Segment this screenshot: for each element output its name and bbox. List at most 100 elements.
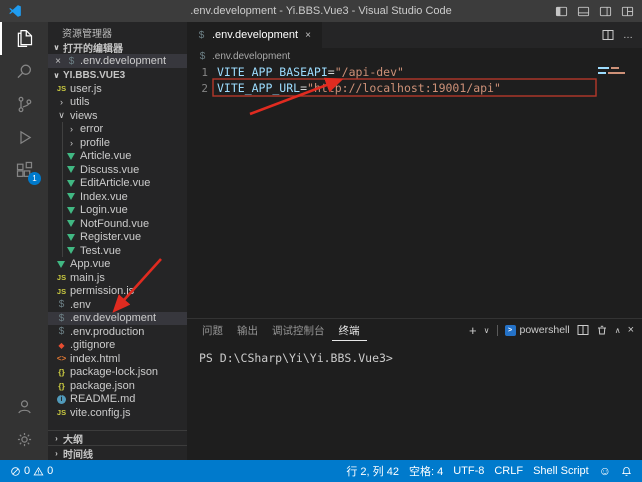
activity-search-icon[interactable] xyxy=(0,55,48,88)
outline-section-header[interactable]: › 大纲 xyxy=(48,430,187,445)
editor-code[interactable]: 1 VITE_APP_BASEAPI="/api-dev" 2 VITE_APP… xyxy=(187,64,642,96)
file-tree: JSuser.js ›utils ∨views ›error ›profile … xyxy=(48,82,187,420)
tree-item[interactable]: ›profile xyxy=(48,136,187,150)
tab-env-development[interactable]: $ .env.development × xyxy=(187,22,322,48)
tree-item[interactable]: Article.vue xyxy=(48,150,187,164)
customize-layout-icon[interactable] xyxy=(621,5,634,18)
close-panel-icon[interactable]: × xyxy=(628,324,634,336)
kill-terminal-trash-icon[interactable] xyxy=(596,324,608,336)
tree-item[interactable]: JSpermission.js xyxy=(48,285,187,299)
minimap[interactable] xyxy=(598,67,636,77)
breadcrumb[interactable]: $ .env.development xyxy=(187,48,642,64)
tab-output[interactable]: 输出 xyxy=(230,319,265,341)
vue-icon xyxy=(67,220,75,227)
activity-run-debug-icon[interactable] xyxy=(0,121,48,154)
tab-debug-console[interactable]: 调试控制台 xyxy=(265,319,332,341)
activity-source-control-icon[interactable] xyxy=(0,88,48,121)
close-icon[interactable]: × xyxy=(303,30,313,41)
warning-icon xyxy=(33,466,44,477)
vue-icon xyxy=(67,247,75,254)
tab-problems[interactable]: 问题 xyxy=(195,319,230,341)
open-editor-item[interactable]: × $ .env.development xyxy=(48,54,187,68)
tree-item[interactable]: EditArticle.vue xyxy=(48,177,187,191)
vue-icon xyxy=(57,261,65,268)
activity-bar: 1 xyxy=(0,22,48,460)
tree-item[interactable]: JSvite.config.js xyxy=(48,406,187,420)
title-bar: .env.development - Yi.BBS.Vue3 - Visual … xyxy=(0,0,642,22)
chevron-right-icon: › xyxy=(56,97,67,107)
tree-item[interactable]: JSmain.js xyxy=(48,271,187,285)
tree-item[interactable]: App.vue xyxy=(48,258,187,272)
language-mode-status[interactable]: Shell Script xyxy=(529,465,593,477)
tree-item[interactable]: Index.vue xyxy=(48,190,187,204)
tree-item[interactable]: <>index.html xyxy=(48,352,187,366)
chevron-down-icon: ∨ xyxy=(52,71,61,80)
tree-item[interactable]: {}package-lock.json xyxy=(48,366,187,380)
tree-item[interactable]: $.env.production xyxy=(48,325,187,339)
vue-icon xyxy=(67,153,75,160)
env-icon: $ xyxy=(197,51,208,62)
toggle-secondary-sidebar-icon[interactable] xyxy=(599,5,612,18)
env-icon: $ xyxy=(66,56,77,67)
js-icon: JS xyxy=(56,408,67,417)
new-terminal-icon[interactable]: + xyxy=(469,323,477,338)
notifications-bell-icon[interactable] xyxy=(617,466,636,477)
account-icon[interactable] xyxy=(0,390,48,423)
tree-item[interactable]: ›utils xyxy=(48,96,187,110)
vscode-logo-icon xyxy=(8,4,22,18)
panel-header: 问题 输出 调试控制台 终端 + ∨ > powershell ∧ × xyxy=(187,319,642,341)
problems-status[interactable]: 0 0 xyxy=(6,465,57,477)
more-actions-icon[interactable]: … xyxy=(623,30,633,41)
feedback-smiley-icon[interactable]: ☺ xyxy=(595,464,615,478)
tree-item[interactable]: iREADME.md xyxy=(48,393,187,407)
chevron-down-icon: ∨ xyxy=(56,110,67,121)
terminal-dropdown-icon[interactable]: ∨ xyxy=(484,326,490,335)
split-editor-icon[interactable] xyxy=(602,29,614,41)
js-icon: JS xyxy=(56,84,67,93)
tree-item[interactable]: Test.vue xyxy=(48,244,187,258)
tree-item-env-development[interactable]: $.env.development xyxy=(48,312,187,326)
json-icon: {} xyxy=(56,367,67,377)
env-icon: $ xyxy=(196,30,207,41)
terminal-content[interactable]: PS D:\CSharp\Yi\Yi.BBS.Vue3> xyxy=(187,341,642,365)
tree-item[interactable]: NotFound.vue xyxy=(48,217,187,231)
code-line: 1 VITE_APP_BASEAPI="/api-dev" xyxy=(187,64,642,80)
close-icon[interactable]: × xyxy=(53,56,63,67)
toggle-sidebar-icon[interactable] xyxy=(555,5,568,18)
env-icon: $ xyxy=(56,299,67,310)
open-editors-header[interactable]: ∨ 打开的编辑器 xyxy=(48,40,187,54)
indentation-status[interactable]: 空格: 4 xyxy=(405,463,447,479)
tree-item[interactable]: Discuss.vue xyxy=(48,163,187,177)
tree-item[interactable]: ›error xyxy=(48,123,187,137)
tree-item[interactable]: JSuser.js xyxy=(48,82,187,96)
cursor-position-status[interactable]: 行 2, 列 42 xyxy=(342,463,403,479)
terminal-prompt: PS D:\CSharp\Yi\Yi.BBS.Vue3> xyxy=(199,351,393,365)
tree-item[interactable]: $.env xyxy=(48,298,187,312)
timeline-section-header[interactable]: › 时间线 xyxy=(48,445,187,460)
status-bar: 0 0 行 2, 列 42 空格: 4 UTF-8 CRLF Shell Scr… xyxy=(0,460,642,482)
code-line: 2 VITE_APP_URL="http://localhost:19001/a… xyxy=(187,80,642,96)
error-icon xyxy=(10,466,21,477)
terminal-instance-powershell[interactable]: > powershell xyxy=(505,324,570,336)
tab-terminal[interactable]: 终端 xyxy=(332,319,367,341)
explorer-sidebar: 资源管理器 ∨ 打开的编辑器 × $ .env.development ∨ YI… xyxy=(48,22,187,460)
eol-status[interactable]: CRLF xyxy=(490,465,527,477)
tree-item[interactable]: ◆.gitignore xyxy=(48,339,187,353)
maximize-panel-icon[interactable]: ∧ xyxy=(615,326,621,335)
tree-item[interactable]: Register.vue xyxy=(48,231,187,245)
tree-item[interactable]: {}package.json xyxy=(48,379,187,393)
toggle-panel-icon[interactable] xyxy=(577,5,590,18)
settings-gear-icon[interactable] xyxy=(0,423,48,456)
window-title: .env.development - Yi.BBS.Vue3 - Visual … xyxy=(90,5,552,17)
chevron-right-icon: › xyxy=(66,124,77,134)
git-icon: ◆ xyxy=(56,341,67,350)
vue-icon xyxy=(67,234,75,241)
activity-explorer-icon[interactable] xyxy=(0,22,48,55)
activity-extensions-icon[interactable]: 1 xyxy=(0,154,48,187)
tree-item[interactable]: Login.vue xyxy=(48,204,187,218)
encoding-status[interactable]: UTF-8 xyxy=(449,465,488,477)
editor-area: $ .env.development × … $ .env.developmen… xyxy=(187,22,642,318)
project-root-header[interactable]: ∨ YI.BBS.VUE3 xyxy=(48,68,187,82)
split-terminal-icon[interactable] xyxy=(577,324,589,336)
tree-item[interactable]: ∨views xyxy=(48,109,187,123)
